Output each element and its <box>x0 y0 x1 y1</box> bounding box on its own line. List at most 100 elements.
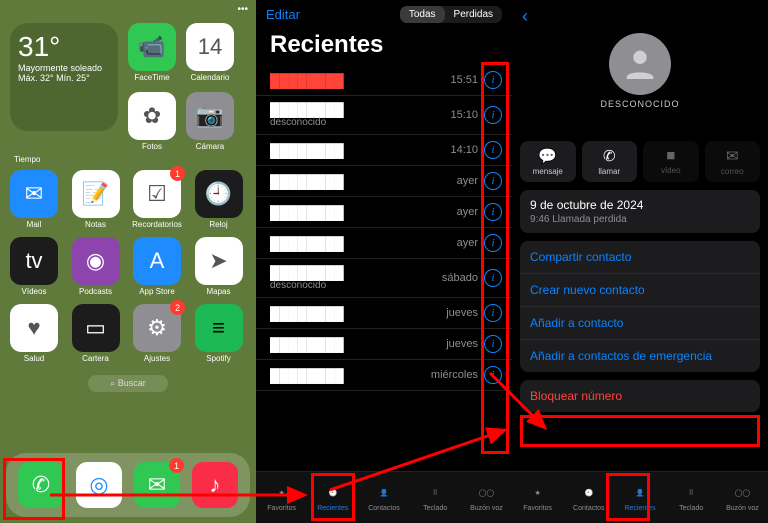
weather-desc: Mayormente soleado <box>18 63 110 73</box>
app-Fotos[interactable]: ✿ <box>128 92 176 140</box>
recent-row[interactable]: ████████ 15:51 i <box>256 65 512 96</box>
app-Ajustes[interactable]: ⚙︎2 <box>133 304 181 352</box>
info-icon[interactable]: i <box>484 172 502 190</box>
tab-Teclado[interactable]: ⠿Teclado <box>666 472 717 523</box>
tab-label: Buzón voz <box>470 505 503 512</box>
recent-row[interactable]: ████████desconocido 15:10 i <box>256 96 512 135</box>
info-icon[interactable]: i <box>484 71 502 89</box>
app-label: Recordatorios <box>132 220 182 229</box>
action-label: correo <box>721 167 744 176</box>
recent-name: ████████ <box>270 306 446 321</box>
badge: 1 <box>170 166 185 181</box>
info-icon[interactable]: i <box>484 304 502 322</box>
seg-missed[interactable]: Perdidas <box>445 6 502 23</box>
dock: ✆ ◎ ✉︎1 ♪ <box>6 453 250 517</box>
app-label: Vídeos <box>22 287 47 296</box>
tab-Teclado[interactable]: ⠿Teclado <box>410 472 461 523</box>
action-icon: ✉︎ <box>726 147 739 165</box>
recent-row[interactable]: ████████ jueves i <box>256 329 512 360</box>
recent-time: 15:10 <box>450 109 478 121</box>
dock-Teléfono[interactable]: ✆ <box>18 462 64 508</box>
app-Reloj[interactable]: 🕘 <box>195 170 243 218</box>
app-App Store[interactable]: A <box>133 237 181 285</box>
dock-Música[interactable]: ♪ <box>192 462 238 508</box>
info-icon[interactable]: i <box>484 335 502 353</box>
call-date: 9 de octubre de 2024 <box>530 198 750 212</box>
app-Podcasts[interactable]: ◉ <box>72 237 120 285</box>
tab-bar: ★Favoritos🕘Recientes👤Contactos⠿Teclado◯◯… <box>256 471 512 523</box>
recent-row[interactable]: ████████ 14:10 i <box>256 135 512 166</box>
tab-icon: ★ <box>528 483 548 503</box>
info-icon[interactable]: i <box>484 141 502 159</box>
app-label: Reloj <box>209 220 227 229</box>
tab-Buzón voz[interactable]: ◯◯ Buzón voz <box>461 472 512 523</box>
tab-Recientes[interactable]: 👤Recientes <box>614 472 665 523</box>
app-Cartera[interactable]: ▭ <box>72 304 120 352</box>
weather-range: Máx. 32° Mín. 25° <box>18 73 110 83</box>
app-Mapas[interactable]: ➤ <box>195 237 243 285</box>
action-mensaje[interactable]: 💬 mensaje <box>520 141 576 182</box>
recent-row[interactable]: ████████desconocido sábado i <box>256 259 512 298</box>
search-button[interactable]: ⌕ Buscar <box>88 375 168 392</box>
info-icon[interactable]: i <box>484 106 502 124</box>
recent-name: ████████ <box>270 337 446 352</box>
contact-link[interactable]: Añadir a contactos de emergencia <box>520 340 760 372</box>
recent-row[interactable]: ████████ jueves i <box>256 298 512 329</box>
app-Calendario[interactable]: 14 <box>186 23 234 71</box>
app-label: Podcasts <box>79 287 112 296</box>
action-icon: 💬 <box>538 147 557 165</box>
contact-link[interactable]: Crear nuevo contacto <box>520 274 760 307</box>
tab-Recientes[interactable]: 🕘Recientes <box>307 472 358 523</box>
info-icon[interactable]: i <box>484 269 502 287</box>
contact-unknown-label: DESCONOCIDO <box>512 99 768 109</box>
info-icon[interactable]: i <box>484 234 502 252</box>
recent-time: sábado <box>442 272 478 284</box>
contact-link[interactable]: Compartir contacto <box>520 241 760 274</box>
seg-all[interactable]: Todas <box>400 6 445 23</box>
app-Salud[interactable]: ♥︎ <box>10 304 58 352</box>
edit-button[interactable]: Editar <box>266 7 300 22</box>
recent-row[interactable]: ████████ ayer i <box>256 197 512 228</box>
app-Notas[interactable]: 📝 <box>72 170 120 218</box>
tab-Buzón voz[interactable]: ◯◯Buzón voz <box>717 472 768 523</box>
tab-label: Recientes <box>317 505 348 512</box>
dock-Safari[interactable]: ◎ <box>76 462 122 508</box>
tab-Favoritos[interactable]: ★Favoritos <box>512 472 563 523</box>
back-button[interactable]: ‹ <box>512 0 768 33</box>
status-bar: ••• <box>0 0 256 19</box>
tab-label: Teclado <box>679 505 703 512</box>
app-Mail[interactable]: ✉︎ <box>10 170 58 218</box>
app-Spotify[interactable]: ≡ <box>195 304 243 352</box>
recent-row[interactable]: ████████ ayer i <box>256 228 512 259</box>
recent-row[interactable]: ████████ miércoles i <box>256 360 512 391</box>
app-label: Cartera <box>82 354 109 363</box>
recent-sub: desconocido <box>270 117 450 128</box>
dock-Mensajes[interactable]: ✉︎1 <box>134 462 180 508</box>
action-vídeo: ■vídeo <box>643 141 699 182</box>
app-label: Mail <box>27 220 42 229</box>
tab-label: Recientes <box>624 505 655 512</box>
recent-time: 14:10 <box>450 144 478 156</box>
app-Vídeos[interactable]: tv <box>10 237 58 285</box>
app-label: App Store <box>139 287 175 296</box>
tab-icon: ◯◯ <box>476 483 496 503</box>
info-icon[interactable]: i <box>484 203 502 221</box>
info-icon[interactable]: i <box>484 366 502 384</box>
app-Cámara[interactable]: 📷 <box>186 92 234 140</box>
block-number-link[interactable]: Bloquear número <box>520 380 760 412</box>
tab-Favoritos[interactable]: ★Favoritos <box>256 472 307 523</box>
app-Recordatorios[interactable]: ☑︎1 <box>133 170 181 218</box>
weather-widget[interactable]: 31° Mayormente soleado Máx. 32° Mín. 25° <box>10 23 118 131</box>
recent-name: ████████ <box>270 265 442 280</box>
tab-Contactos[interactable]: 🕘Contactos <box>563 472 614 523</box>
tab-Contactos[interactable]: 👤Contactos <box>358 472 409 523</box>
contact-link[interactable]: Añadir a contacto <box>520 307 760 340</box>
app-FaceTime[interactable]: 📹 <box>128 23 176 71</box>
recent-row[interactable]: ████████ ayer i <box>256 166 512 197</box>
segmented-control[interactable]: Todas Perdidas <box>400 6 502 23</box>
recent-name: ████████ <box>270 205 457 220</box>
action-label: mensaje <box>533 167 563 176</box>
annotation-block-link <box>520 415 760 447</box>
contact-actions-list: Compartir contactoCrear nuevo contactoAñ… <box>520 241 760 372</box>
action-llamar[interactable]: ✆llamar <box>582 141 638 182</box>
